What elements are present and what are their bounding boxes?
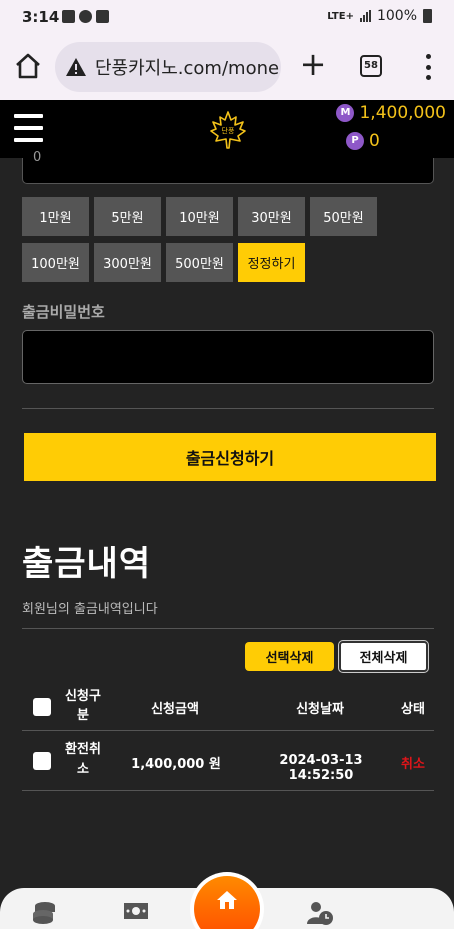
tab-switcher-button[interactable]: 58 (360, 55, 382, 77)
talk-icon (79, 10, 92, 23)
column-header-date: 신청날짜 (296, 702, 344, 717)
address-bar[interactable]: 단풍카지노.com/mone (55, 42, 281, 92)
divider (22, 628, 434, 629)
table-divider (22, 730, 434, 731)
point-balance: P 0 (346, 131, 380, 151)
quick-amount-button[interactable]: 500만원 (166, 243, 233, 282)
gallery-icon (62, 10, 75, 23)
money-balance: M 1,400,000 (336, 103, 446, 123)
select-all-checkbox[interactable] (33, 698, 51, 716)
password-label: 출금비밀번호 (22, 303, 105, 321)
maple-leaf-logo[interactable]: 단풍 (209, 110, 247, 150)
menu-icon[interactable] (14, 114, 43, 142)
history-subtitle: 회원님의 출금내역입니다 (22, 602, 158, 617)
battery-label: 100% (376, 8, 417, 24)
warning-icon[interactable] (65, 56, 87, 78)
row-amount: 1,400,000 원 (131, 757, 221, 772)
submit-withdraw-button[interactable]: 출금신청하기 (24, 433, 436, 481)
money-coin-icon: M (336, 104, 355, 122)
amount-input-value: 0 (33, 150, 42, 165)
quick-amount-button[interactable]: 50만원 (310, 197, 377, 236)
delete-selected-button[interactable]: 선택삭제 (245, 642, 334, 671)
column-header-amount: 신청금액 (151, 702, 199, 717)
column-header-type: 신청구분 (65, 689, 101, 723)
more-options-icon[interactable] (420, 54, 436, 80)
point-balance-value: 0 (369, 131, 380, 151)
quick-amount-button[interactable]: 100만원 (22, 243, 89, 282)
history-title: 출금내역 (22, 544, 152, 584)
checkbox-icon (96, 10, 109, 23)
logo-text: 단풍 (222, 126, 235, 135)
money-balance-value: 1,400,000 (359, 103, 446, 123)
row-checkbox[interactable] (33, 752, 51, 770)
browser-toolbar: 단풍카지노.com/mone + 58 (0, 34, 454, 100)
cash-icon[interactable] (123, 902, 149, 920)
delete-all-button[interactable]: 전체삭제 (339, 641, 428, 672)
new-tab-icon[interactable]: + (298, 48, 328, 80)
quick-amount-button[interactable]: 5만원 (94, 197, 161, 236)
status-time: 3:14 (22, 8, 60, 26)
withdraw-password-input[interactable] (22, 330, 434, 384)
divider (22, 408, 434, 409)
status-right: LTE+ 100% (327, 8, 432, 24)
network-label: LTE+ (327, 10, 354, 22)
coins-icon[interactable] (31, 900, 57, 924)
table-divider (22, 790, 434, 791)
quick-amount-button[interactable]: 1만원 (22, 197, 89, 236)
notification-icons (62, 10, 109, 23)
row-date: 2024-03-13 14:52:50 (279, 753, 363, 783)
row-type: 환전취소 (65, 742, 101, 777)
home-icon[interactable] (14, 52, 42, 80)
quick-amount-button[interactable]: 10만원 (166, 197, 233, 236)
user-history-icon[interactable] (306, 900, 334, 926)
quick-amount-row-1: 1만원 5만원 10만원 30만원 50만원 (22, 197, 442, 236)
battery-icon (423, 9, 432, 23)
signal-icon (359, 10, 371, 22)
point-coin-icon: P (346, 132, 364, 150)
row-status: 취소 (401, 757, 425, 772)
home-nav-circle (194, 876, 260, 929)
site-header: 단풍 M 1,400,000 P 0 (0, 100, 454, 158)
url-text: 단풍카지노.com/mone (95, 58, 280, 79)
column-header-status: 상태 (401, 702, 425, 717)
quick-amount-button[interactable]: 30만원 (238, 197, 305, 236)
reset-amount-button[interactable]: 정정하기 (238, 243, 305, 282)
quick-amount-row-2: 100만원 300만원 500만원 정정하기 (22, 243, 442, 282)
status-bar: 3:14 LTE+ 100% (0, 0, 454, 34)
amount-input[interactable]: 0 (22, 150, 434, 184)
quick-amount-button[interactable]: 300만원 (94, 243, 161, 282)
home-icon (217, 891, 237, 909)
withdraw-content: 0 1만원 5만원 10만원 30만원 50만원 100만원 300만원 500… (0, 150, 454, 888)
